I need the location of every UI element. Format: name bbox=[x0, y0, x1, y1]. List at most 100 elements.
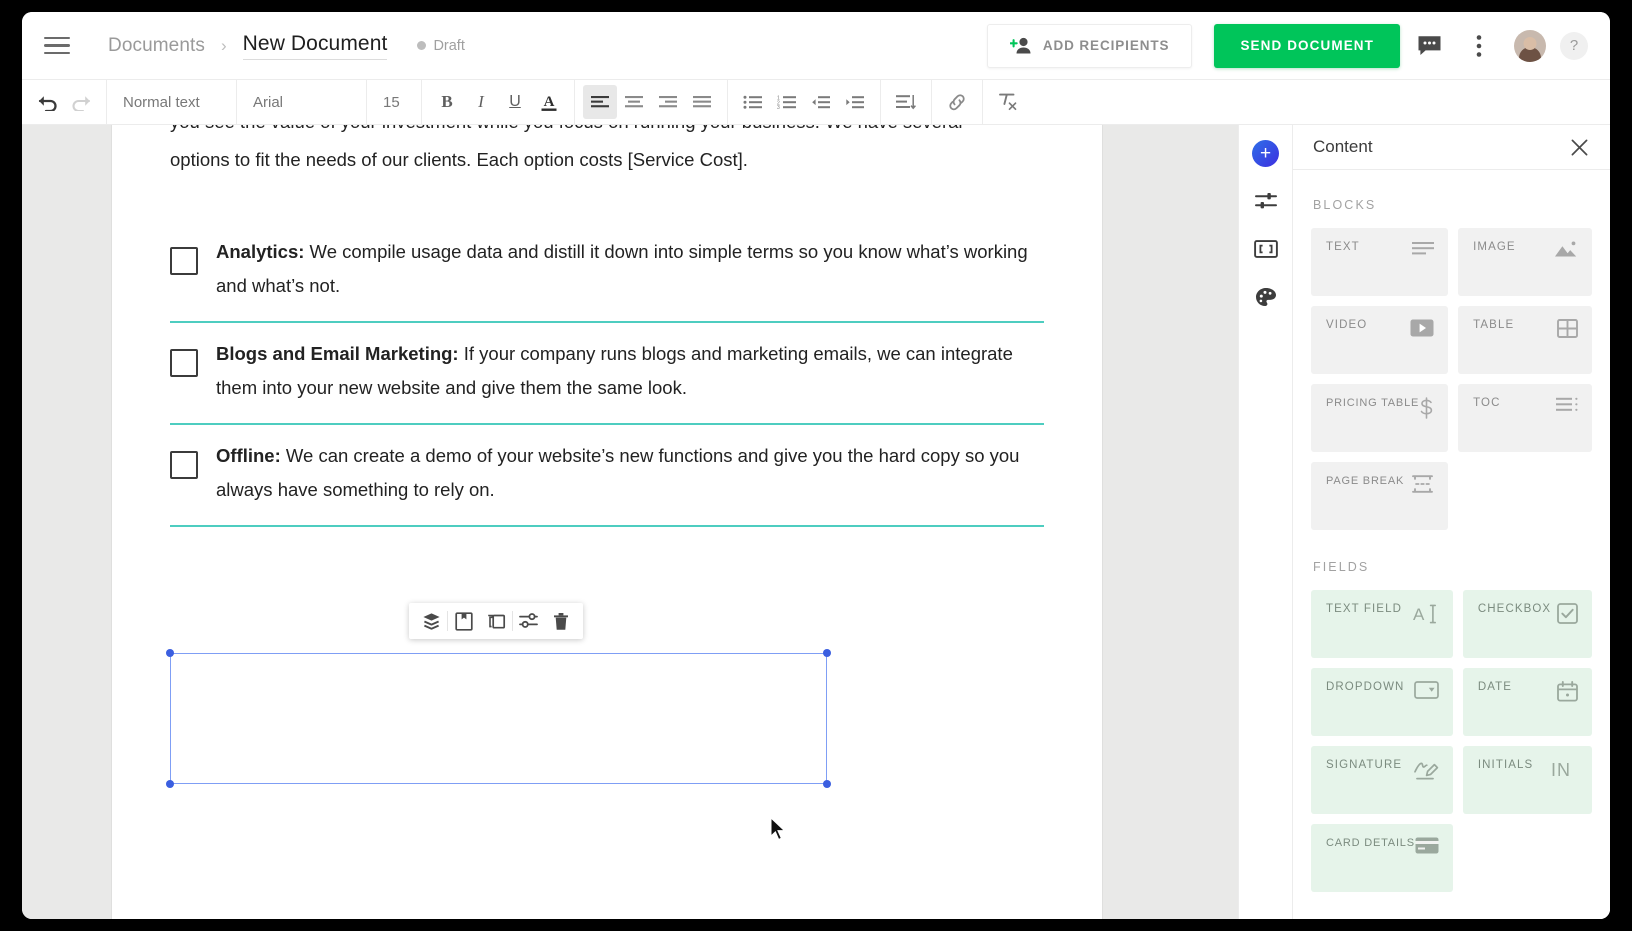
checkbox-field[interactable] bbox=[170, 451, 198, 479]
checklist-text: Offline: We can create a demo of your we… bbox=[216, 439, 1044, 507]
image-mountain-icon bbox=[1554, 241, 1578, 258]
help-button[interactable]: ? bbox=[1560, 32, 1588, 60]
italic-button[interactable]: I bbox=[464, 85, 498, 119]
resize-handle-top-left[interactable] bbox=[166, 649, 174, 657]
block-tile-table[interactable]: TABLE bbox=[1458, 306, 1592, 374]
sidebar-rail: + bbox=[1238, 125, 1292, 919]
field-tile-dropdown[interactable]: DROPDOWN bbox=[1311, 668, 1453, 736]
link-icon[interactable] bbox=[940, 85, 974, 119]
add-content-button[interactable]: + bbox=[1246, 133, 1286, 173]
align-center-icon[interactable] bbox=[617, 85, 651, 119]
block-tile-image[interactable]: IMAGE bbox=[1458, 228, 1592, 296]
fields-grid: TEXT FIELD A CHECKBOX bbox=[1311, 590, 1592, 892]
comments-icon[interactable] bbox=[1408, 25, 1450, 67]
hamburger-menu-icon[interactable] bbox=[40, 29, 74, 63]
text-cursor-icon: A bbox=[1413, 603, 1439, 625]
block-tile-text[interactable]: TEXT bbox=[1311, 228, 1448, 296]
field-brackets-icon bbox=[1254, 240, 1278, 258]
align-right-icon[interactable] bbox=[651, 85, 685, 119]
fields-button[interactable] bbox=[1246, 229, 1286, 269]
text-style-group: B I U A bbox=[422, 80, 575, 124]
checkbox-field[interactable] bbox=[170, 349, 198, 377]
paragraph-style-select[interactable]: Normal text bbox=[107, 80, 237, 124]
numbered-list-icon[interactable]: 1 2 3 bbox=[770, 85, 804, 119]
bold-button[interactable]: B bbox=[430, 85, 464, 119]
sliders-icon bbox=[1255, 191, 1277, 211]
document-page[interactable]: you see the value of your investment whi… bbox=[112, 125, 1102, 919]
field-label: CHECKBOX bbox=[1478, 603, 1551, 615]
main-body: you see the value of your investment whi… bbox=[22, 125, 1610, 919]
field-tile-checkbox[interactable]: CHECKBOX bbox=[1463, 590, 1592, 658]
resize-handle-bottom-right[interactable] bbox=[823, 780, 831, 788]
underline-button[interactable]: U bbox=[498, 85, 532, 119]
block-tile-pricing-table[interactable]: PRICING TABLE bbox=[1311, 384, 1448, 452]
document-settings-button[interactable] bbox=[1246, 181, 1286, 221]
field-tile-initials[interactable]: INITIALS IN bbox=[1463, 746, 1592, 814]
close-icon[interactable] bbox=[1566, 134, 1592, 160]
align-left-icon[interactable] bbox=[583, 85, 617, 119]
theme-button[interactable] bbox=[1246, 277, 1286, 317]
text-lines-icon bbox=[1412, 241, 1434, 256]
resize-handle-top-right[interactable] bbox=[823, 649, 831, 657]
block-tile-page-break[interactable]: PAGE BREAK bbox=[1311, 462, 1448, 530]
app-window: Documents › New Document Draft ADD RECIP… bbox=[22, 12, 1610, 919]
block-label: PRICING TABLE bbox=[1326, 397, 1419, 409]
svg-text:3: 3 bbox=[777, 105, 780, 110]
field-label: CARD DETAILS bbox=[1326, 837, 1415, 849]
checklist-label: Blogs and Email Marketing: bbox=[216, 343, 459, 364]
block-tile-video[interactable]: VIDEO bbox=[1311, 306, 1448, 374]
bulleted-list-icon[interactable] bbox=[736, 85, 770, 119]
font-size-select[interactable]: 15 bbox=[367, 80, 422, 124]
checklist-label: Offline: bbox=[216, 445, 281, 466]
field-tile-date[interactable]: DATE bbox=[1463, 668, 1592, 736]
redo-icon[interactable] bbox=[64, 85, 98, 119]
document-title[interactable]: New Document bbox=[243, 32, 388, 60]
video-play-icon bbox=[1410, 319, 1434, 337]
add-recipients-button[interactable]: ADD RECIPIENTS bbox=[987, 24, 1193, 68]
line-spacing-icon[interactable] bbox=[889, 85, 923, 119]
block-label: TEXT bbox=[1326, 241, 1360, 253]
status-label: Draft bbox=[433, 38, 464, 54]
panel-header: Content bbox=[1293, 125, 1610, 170]
add-recipients-label: ADD RECIPIENTS bbox=[1043, 38, 1170, 53]
list-group: 1 2 3 bbox=[728, 80, 881, 124]
add-person-icon bbox=[1010, 37, 1032, 54]
top-bar-actions: ADD RECIPIENTS SEND DOCUMENT ? bbox=[987, 24, 1588, 68]
delete-button[interactable] bbox=[545, 606, 577, 636]
editor-area[interactable]: you see the value of your investment whi… bbox=[22, 125, 1238, 919]
field-tile-text-field[interactable]: TEXT FIELD A bbox=[1311, 590, 1453, 658]
panel-title: Content bbox=[1313, 137, 1373, 157]
block-label: TABLE bbox=[1473, 319, 1514, 331]
table-grid-icon bbox=[1557, 319, 1578, 338]
field-tile-signature[interactable]: SIGNATURE bbox=[1311, 746, 1453, 814]
selected-element-box[interactable] bbox=[170, 653, 827, 784]
field-tile-card-details[interactable]: CARD DETAILS bbox=[1311, 824, 1453, 892]
more-vertical-icon[interactable] bbox=[1458, 25, 1500, 67]
block-tile-toc[interactable]: TOC bbox=[1458, 384, 1592, 452]
clear-formatting-icon[interactable] bbox=[991, 85, 1025, 119]
dropdown-icon bbox=[1414, 681, 1439, 699]
alignment-group bbox=[575, 80, 728, 124]
font-family-select[interactable]: Arial bbox=[237, 80, 367, 124]
save-as-block-button[interactable] bbox=[448, 606, 480, 636]
duplicate-button[interactable] bbox=[480, 606, 512, 636]
intro-paragraph-line2: options to fit the needs of our clients.… bbox=[170, 143, 1044, 177]
send-document-button[interactable]: SEND DOCUMENT bbox=[1214, 24, 1400, 68]
checklist-label: Analytics: bbox=[216, 241, 304, 262]
indent-icon[interactable] bbox=[838, 85, 872, 119]
text-color-button[interactable]: A bbox=[532, 85, 566, 119]
breadcrumb-documents-link[interactable]: Documents bbox=[108, 35, 205, 57]
avatar[interactable] bbox=[1514, 30, 1546, 62]
element-settings-button[interactable] bbox=[513, 606, 545, 636]
align-justify-icon[interactable] bbox=[685, 85, 719, 119]
breadcrumb-separator-icon: › bbox=[221, 36, 227, 56]
arrange-layers-button[interactable] bbox=[415, 606, 447, 636]
field-label: INITIALS bbox=[1478, 759, 1533, 771]
outdent-icon[interactable] bbox=[804, 85, 838, 119]
undo-icon[interactable] bbox=[30, 85, 64, 119]
resize-handle-bottom-left[interactable] bbox=[166, 780, 174, 788]
right-sidebar: + bbox=[1238, 125, 1610, 919]
block-label: PAGE BREAK bbox=[1326, 475, 1404, 487]
checkbox-field[interactable] bbox=[170, 247, 198, 275]
link-group bbox=[932, 80, 983, 124]
